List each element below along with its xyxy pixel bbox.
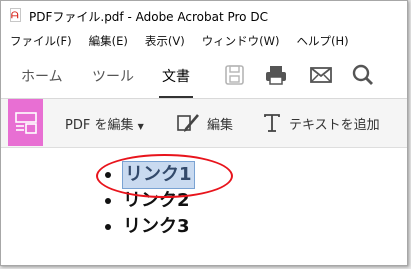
window-title: PDFファイル.pdf - Adobe Acrobat Pro DC — [29, 9, 268, 24]
menu-edit[interactable]: 編集(E) — [89, 33, 128, 49]
list-item: リンク3 — [105, 214, 194, 240]
edit-pdf-icon — [14, 111, 37, 134]
save-icon[interactable] — [223, 64, 247, 86]
document-page: リンク1 リンク2 リンク3 — [1, 148, 407, 265]
menu-file[interactable]: ファイル(F) — [10, 33, 72, 49]
red-annotation-circle — [96, 154, 233, 198]
print-icon[interactable] — [264, 64, 288, 86]
link-3[interactable]: リンク3 — [123, 214, 190, 240]
menu-window[interactable]: ウィンドウ(W) — [202, 33, 280, 49]
edit-toolbar: PDF を編集 ▼ 編集 テキストを追加 — [1, 99, 407, 148]
active-tab-indicator — [159, 96, 193, 98]
menu-view[interactable]: 表示(V) — [145, 33, 185, 49]
add-text-button[interactable]: テキストを追加 — [289, 114, 380, 133]
edit-pdf-label: PDF を編集 — [65, 118, 134, 133]
tab-tools[interactable]: ツール — [92, 66, 134, 86]
chevron-down-icon: ▼ — [137, 122, 144, 131]
edit-button[interactable]: 編集 — [207, 114, 233, 133]
bullet — [105, 224, 111, 230]
menu-help[interactable]: ヘルプ(H) — [297, 33, 349, 49]
search-icon[interactable] — [351, 64, 375, 86]
edit-pdf-dropdown[interactable]: PDF を編集 ▼ — [65, 114, 144, 133]
acrobat-window: ᗩ PDFファイル.pdf - Adobe Acrobat Pro DC ファイ… — [0, 0, 408, 266]
edit-pdf-tool-button[interactable] — [8, 99, 43, 146]
tab-home[interactable]: ホーム — [21, 66, 63, 86]
bullet — [105, 198, 111, 204]
pdf-file-icon: ᗩ — [9, 8, 23, 24]
text-icon[interactable] — [263, 113, 281, 133]
tab-document[interactable]: 文書 — [162, 66, 190, 86]
email-icon[interactable] — [309, 64, 333, 86]
tabs-bar: ホーム ツール 文書 — [1, 52, 407, 99]
menu-bar: ファイル(F) 編集(E) 表示(V) ウィンドウ(W) ヘルプ(H) — [1, 31, 407, 51]
title-bar: ᗩ PDFファイル.pdf - Adobe Acrobat Pro DC — [1, 1, 407, 31]
edit-icon[interactable] — [177, 112, 201, 134]
